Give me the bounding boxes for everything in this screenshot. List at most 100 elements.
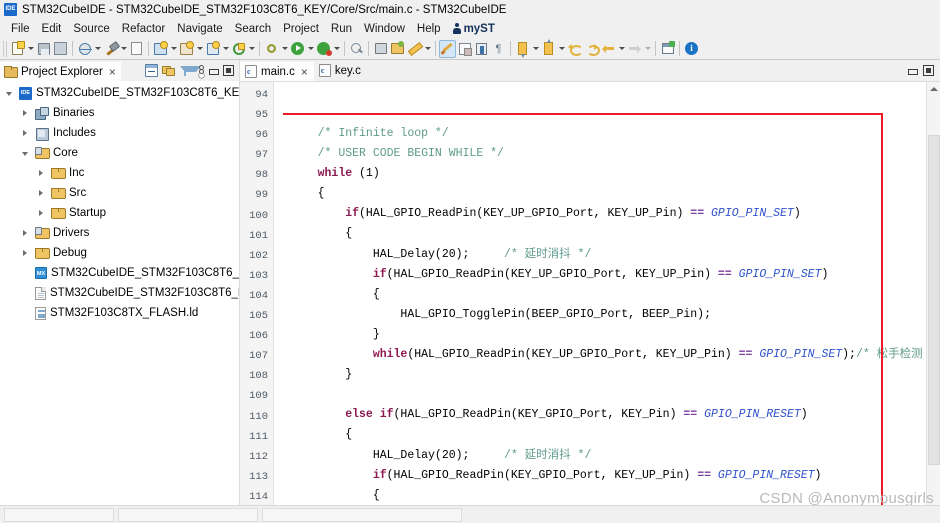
menu-file[interactable]: File <box>5 22 36 36</box>
refresh-button[interactable] <box>230 40 247 58</box>
collapse-twisty-icon[interactable] <box>20 148 31 159</box>
menu-project[interactable]: Project <box>277 22 325 36</box>
pencil-button[interactable] <box>406 40 423 58</box>
link-with-editor-icon[interactable] <box>162 64 175 77</box>
tree-item[interactable]: MX STM32CubeIDE_STM32F103C8T6_KEY <box>0 263 239 283</box>
new-window-button[interactable] <box>659 40 676 58</box>
code-line[interactable]: } <box>290 325 926 345</box>
tree-item[interactable]: Src <box>0 183 239 203</box>
tree-item[interactable]: Debug <box>0 243 239 263</box>
tree-item[interactable]: Drivers <box>0 223 239 243</box>
code-line[interactable]: else if(HAL_GPIO_ReadPin(KEY_GPIO_Port, … <box>290 405 926 425</box>
open-element-dropdown[interactable] <box>169 40 178 58</box>
previous-edit-button[interactable] <box>600 40 617 58</box>
run-button[interactable] <box>289 40 306 58</box>
expand-twisty-icon[interactable] <box>36 168 47 179</box>
code-line[interactable]: while(HAL_GPIO_ReadPin(KEY_UP_GPIO_Port,… <box>290 345 926 365</box>
code-line[interactable]: /* USER CODE BEGIN WHILE */ <box>290 144 926 164</box>
code-line[interactable]: /* Infinite loop */ <box>290 124 926 144</box>
menu-edit[interactable]: Edit <box>36 22 68 36</box>
menu-refactor[interactable]: Refactor <box>116 22 171 36</box>
code-line[interactable]: } <box>290 365 926 385</box>
toggle-editor-button[interactable] <box>456 40 473 58</box>
view-menu-icon[interactable] <box>196 64 204 77</box>
tree-item[interactable]: Includes <box>0 123 239 143</box>
expand-twisty-icon[interactable] <box>36 208 47 219</box>
tree-item[interactable]: IDE STM32CubeIDE_STM32F103C8T6_KEY <box>0 83 239 103</box>
tree-item[interactable]: Startup <box>0 203 239 223</box>
code-line[interactable]: if(HAL_GPIO_ReadPin(KEY_UP_GPIO_Port, KE… <box>290 265 926 285</box>
collapse-all-icon[interactable] <box>145 64 158 77</box>
project-tree[interactable]: IDE STM32CubeIDE_STM32F103C8T6_KEY Binarie… <box>0 81 239 523</box>
c-element-button[interactable] <box>204 40 221 58</box>
tab-main-c[interactable]: main.c × <box>240 60 314 81</box>
maximize-icon[interactable] <box>223 65 234 76</box>
code-text[interactable]: /* Infinite loop */ /* USER CODE BEGIN W… <box>283 82 926 509</box>
minimize-icon[interactable] <box>907 65 918 76</box>
external-tools-button[interactable] <box>263 40 280 58</box>
prev-bookmark-button[interactable] <box>540 39 557 58</box>
new-c-project-button[interactable] <box>178 40 195 58</box>
tree-item[interactable]: Binaries <box>0 103 239 123</box>
myst-account-button[interactable]: myST <box>447 22 501 36</box>
scroll-up-icon[interactable] <box>927 82 940 95</box>
vertical-scroll-thumb[interactable] <box>927 135 940 465</box>
folding-marker-column[interactable] <box>274 82 283 509</box>
next-edit-dropdown[interactable] <box>643 40 652 58</box>
tree-item[interactable]: STM32CubeIDE_STM32F103C8T6_KEY <box>0 283 239 303</box>
menu-help[interactable]: Help <box>411 22 447 36</box>
tree-item[interactable]: Core <box>0 143 239 163</box>
print-button[interactable] <box>372 40 389 58</box>
debug-dropdown[interactable] <box>332 40 341 58</box>
menu-run[interactable]: Run <box>325 22 358 36</box>
next-edit-button[interactable] <box>626 40 643 58</box>
search-button[interactable] <box>348 40 365 58</box>
block-selection-button[interactable] <box>473 40 490 58</box>
save-all-button[interactable] <box>52 40 69 58</box>
code-line[interactable]: { <box>290 285 926 305</box>
next-bookmark-button[interactable] <box>514 40 531 58</box>
menu-window[interactable]: Window <box>358 22 411 36</box>
code-line[interactable] <box>290 385 926 405</box>
code-line[interactable]: HAL_GPIO_TogglePin(BEEP_GPIO_Port, BEEP_… <box>290 305 926 325</box>
open-element-button[interactable] <box>152 40 169 58</box>
debug-button[interactable] <box>315 40 332 58</box>
toolbar-grip[interactable] <box>3 40 8 57</box>
menu-source[interactable]: Source <box>67 22 115 36</box>
expand-twisty-icon[interactable] <box>20 108 31 119</box>
expand-twisty-icon[interactable] <box>20 228 31 239</box>
code-line[interactable]: if(HAL_GPIO_ReadPin(KEY_UP_GPIO_Port, KE… <box>290 204 926 224</box>
code-line[interactable]: { <box>290 224 926 244</box>
open-resource-button[interactable] <box>389 40 406 58</box>
run-dropdown[interactable] <box>306 40 315 58</box>
expand-twisty-icon[interactable] <box>20 248 31 259</box>
build-all-dropdown[interactable] <box>93 40 102 58</box>
toggle-doc-button[interactable] <box>128 40 145 58</box>
source-editor[interactable]: 94 95 96 97 98 99 100 101 102 103 104 105 106 107 108 1… <box>240 81 940 509</box>
prev-bookmark-dropdown[interactable] <box>557 40 566 58</box>
show-whitespace-button[interactable]: ¶ <box>490 40 507 58</box>
code-line[interactable]: HAL_Delay(20); /* 延时消抖 */ <box>290 245 926 265</box>
tab-project-explorer[interactable]: Project Explorer × <box>0 60 121 81</box>
menu-search[interactable]: Search <box>229 22 277 36</box>
new-file-button[interactable] <box>9 40 26 58</box>
new-file-dropdown[interactable] <box>26 40 35 58</box>
editor-highlight-button[interactable] <box>439 39 456 58</box>
minimize-icon[interactable] <box>208 65 219 76</box>
previous-edit-dropdown[interactable] <box>617 40 626 58</box>
tree-item[interactable]: Inc <box>0 163 239 183</box>
view-filter-icon[interactable] <box>179 64 201 77</box>
back-button[interactable] <box>566 40 583 58</box>
code-line[interactable]: HAL_Delay(20); /* 延时消抖 */ <box>290 446 926 466</box>
build-dropdown[interactable] <box>119 40 128 58</box>
code-line[interactable]: { <box>290 425 926 445</box>
external-tools-dropdown[interactable] <box>280 40 289 58</box>
code-line[interactable]: { <box>290 184 926 204</box>
tab-key-c[interactable]: key.c <box>314 60 367 81</box>
menu-navigate[interactable]: Navigate <box>171 22 228 36</box>
refresh-dropdown[interactable] <box>247 40 256 58</box>
close-icon[interactable]: × <box>107 66 116 78</box>
collapse-twisty-icon[interactable] <box>4 88 15 99</box>
expand-twisty-icon[interactable] <box>20 128 31 139</box>
maximize-icon[interactable] <box>923 65 934 76</box>
